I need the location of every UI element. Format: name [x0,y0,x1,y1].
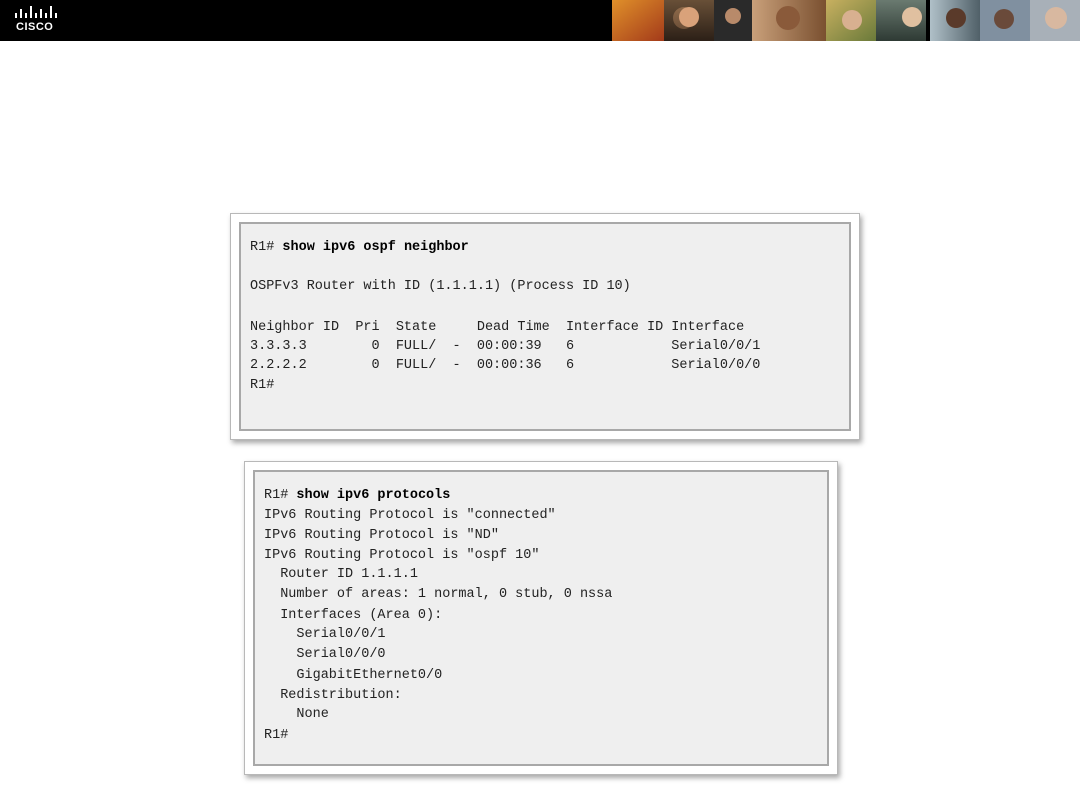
output-line: IPv6 Routing Protocol is "connected" [264,508,556,523]
cli-command: show ipv6 ospf neighbor [282,240,469,255]
table-header: Neighbor ID Pri State Dead Time Interfac… [250,320,745,335]
output-line: Serial0/0/1 [264,627,386,642]
cli-screen: R1# show ipv6 protocols IPv6 Routing Pro… [253,470,829,766]
output-line: IPv6 Routing Protocol is "ND" [264,528,499,543]
cli-prompt: R1# [264,488,289,503]
command-line: R1# show ipv6 ospf neighbor [250,238,469,258]
output-line: Serial0/0/0 [264,647,386,662]
cisco-bars-icon [15,6,57,18]
output-line: Router ID 1.1.1.1 [264,567,418,582]
output-line: Redistribution: [264,688,402,703]
header-bar: CISCO [0,0,1080,41]
output-line: GigabitEthernet0/0 [264,668,443,683]
cli-prompt: R1# [250,240,275,255]
output-line: Number of areas: 1 normal, 0 stub, 0 nss… [264,587,613,602]
router-id-line: OSPFv3 Router with ID (1.1.1.1) (Process… [250,279,631,294]
end-prompt: R1# [250,378,275,393]
cisco-wordmark: CISCO [16,21,54,33]
output-line: None [264,707,329,722]
output-line: IPv6 Routing Protocol is "ospf 10" [264,548,540,563]
table-row: 3.3.3.3 0 FULL/ - 00:00:39 6 Serial0/0/1 [250,339,761,354]
cisco-logo: CISCO [14,6,62,36]
ipv6-protocols-output-panel: R1# show ipv6 protocols IPv6 Routing Pro… [244,461,838,775]
ospf-neighbor-output-panel: R1# show ipv6 ospf neighbor OSPFv3 Route… [230,213,860,440]
end-prompt: R1# [264,728,289,743]
output-line: Interfaces (Area 0): [264,608,443,623]
people-photo-strip-icon [612,0,1080,41]
cli-command: show ipv6 protocols [296,488,451,503]
table-row: 2.2.2.2 0 FULL/ - 00:00:36 6 Serial0/0/0 [250,358,761,373]
cli-screen: R1# show ipv6 ospf neighbor OSPFv3 Route… [239,222,851,431]
command-line: R1# show ipv6 protocols [264,486,450,506]
